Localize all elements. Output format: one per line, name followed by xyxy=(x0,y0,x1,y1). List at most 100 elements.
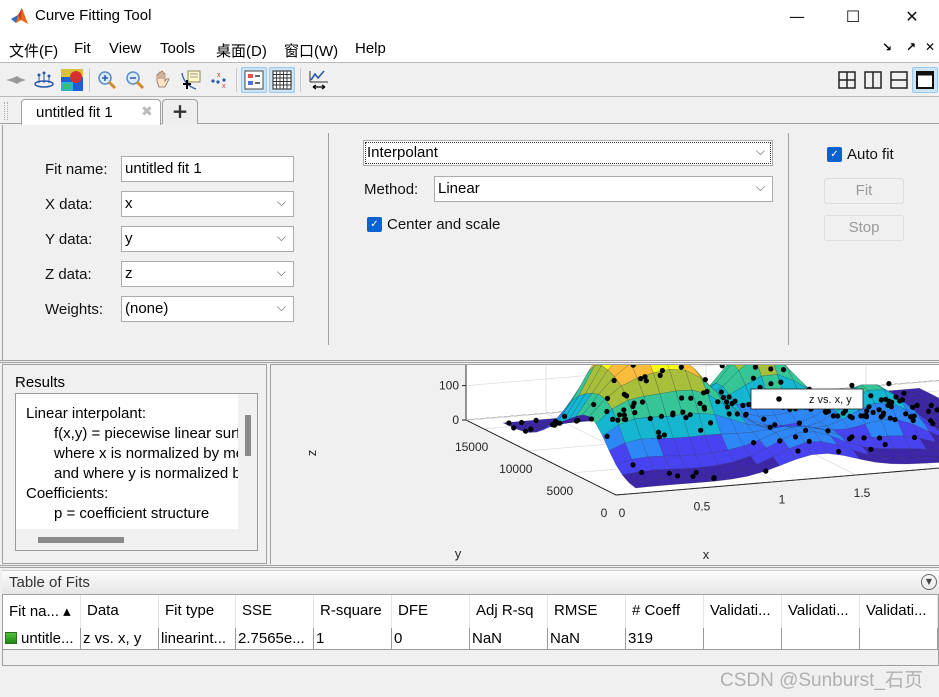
chevron-down-icon: ⌵ xyxy=(276,265,286,279)
column-header[interactable]: SSE xyxy=(236,595,314,628)
column-header[interactable]: R-square xyxy=(314,595,392,628)
auto-fit-checkbox[interactable]: ✓ xyxy=(827,147,842,162)
data-point xyxy=(840,410,846,416)
center-scale-checkbox[interactable]: ✓ xyxy=(367,217,382,232)
data-point xyxy=(822,409,829,415)
fit-type-select[interactable]: Interpolant ⌵ xyxy=(363,140,773,166)
drag-grip[interactable] xyxy=(4,102,8,120)
table-cell[interactable]: NaN xyxy=(548,628,626,650)
fit-button[interactable]: Fit xyxy=(824,178,904,204)
data-point xyxy=(740,402,746,409)
menu-fit[interactable]: Fit xyxy=(74,40,91,57)
table-cell[interactable]: NaN xyxy=(470,628,548,650)
panel-menu-icon[interactable]: ▼ xyxy=(921,574,937,590)
table-cell[interactable]: linearint... xyxy=(159,628,236,650)
y-tick-label: 10000 xyxy=(499,462,533,476)
method-select[interactable]: Linear ⌵ xyxy=(434,176,773,202)
window-title: Curve Fitting Tool xyxy=(35,7,152,24)
data-point xyxy=(591,401,597,408)
table-of-fits-title: Table of Fits xyxy=(9,574,90,591)
toolbar-separator xyxy=(300,68,301,92)
zoom-out-icon xyxy=(126,71,145,90)
data-point xyxy=(666,470,672,476)
splitter[interactable] xyxy=(0,565,939,568)
table-row-fit-name[interactable]: untitle... xyxy=(3,628,81,650)
menu-view[interactable]: View xyxy=(109,40,141,57)
chevron-down-icon: ⌵ xyxy=(276,300,286,314)
column-header[interactable]: RMSE xyxy=(548,595,626,628)
zoom-in-button[interactable] xyxy=(94,67,120,93)
results-line: Coefficients: xyxy=(26,485,109,502)
horizontal-scrollbar[interactable] xyxy=(38,537,124,543)
column-header[interactable]: Validati... xyxy=(704,595,782,628)
column-header[interactable]: # Coeff xyxy=(626,595,704,628)
data-point xyxy=(849,415,855,421)
z-data-select[interactable]: z ⌵ xyxy=(121,261,294,287)
column-header[interactable]: Adj R-sq xyxy=(470,595,548,628)
minimize-icon: — xyxy=(789,6,805,26)
menu-help[interactable]: Help xyxy=(355,40,386,57)
menu-tools[interactable]: Tools xyxy=(160,40,195,57)
data-point xyxy=(886,381,892,387)
stop-button[interactable]: Stop xyxy=(824,215,904,241)
data-point xyxy=(792,434,799,440)
column-header[interactable]: Validati... xyxy=(860,595,938,628)
maximize-button[interactable]: ☐ xyxy=(830,0,876,32)
vertical-scrollbar[interactable] xyxy=(245,415,251,456)
residuals-plot-button[interactable] xyxy=(31,67,57,93)
add-tab-button[interactable]: + xyxy=(162,99,198,124)
table-cell[interactable]: 1 xyxy=(314,628,392,650)
exclude-outliers-button[interactable] xyxy=(3,67,29,93)
table-cell[interactable] xyxy=(704,628,782,650)
table-cell[interactable] xyxy=(860,628,938,650)
column-header[interactable]: Data xyxy=(81,595,159,628)
menu-window[interactable]: 窗口(W) xyxy=(284,40,338,61)
close-button[interactable]: ✕ xyxy=(889,0,935,32)
menu-file[interactable]: 文件(F) xyxy=(9,40,58,61)
data-cursor-button[interactable] xyxy=(178,67,204,93)
legend-toggle-button[interactable] xyxy=(241,67,267,93)
layout-two-columns-button[interactable] xyxy=(860,67,886,93)
grid-toggle-button[interactable] xyxy=(269,67,295,93)
data-point xyxy=(849,434,855,440)
toolbar-separator xyxy=(89,68,90,92)
tab-untitled-fit-1[interactable]: untitled fit 1 ✖ xyxy=(21,99,161,125)
splitter[interactable] xyxy=(0,360,939,363)
tab-close-icon[interactable]: ✖ xyxy=(141,104,153,120)
column-header[interactable]: Fit type xyxy=(159,595,236,628)
contour-plot-button[interactable] xyxy=(59,67,85,93)
menu-desktop[interactable]: 桌面(D) xyxy=(216,40,267,61)
pan-button[interactable] xyxy=(150,67,176,93)
close-panel-icon[interactable]: ✕ xyxy=(925,40,935,54)
data-point xyxy=(726,394,732,400)
undock-icon[interactable]: ↘ xyxy=(882,40,892,54)
maximize-panel-icon[interactable]: ↗ xyxy=(906,40,916,54)
exclude-data-button[interactable]: xx xyxy=(206,67,232,93)
table-cell[interactable]: 0 xyxy=(392,628,470,650)
cell-text: z vs. x, y xyxy=(83,630,142,647)
layout-four-panes-button[interactable] xyxy=(834,67,860,93)
table-cell[interactable]: 2.7565e... xyxy=(236,628,314,650)
table-cell[interactable]: 319 xyxy=(626,628,704,650)
data-point xyxy=(795,448,801,454)
x-data-select[interactable]: x ⌵ xyxy=(121,191,294,217)
y-data-select[interactable]: y ⌵ xyxy=(121,226,294,252)
axes-limits-button[interactable] xyxy=(306,67,332,93)
column-header[interactable]: Validati... xyxy=(782,595,860,628)
data-point xyxy=(718,389,724,395)
surface-plot[interactable]: 010020030005000100001500000.511.522.53×1… xyxy=(271,270,939,563)
layout-two-rows-button[interactable] xyxy=(886,67,912,93)
column-header[interactable]: DFE xyxy=(392,595,470,628)
minimize-button[interactable]: — xyxy=(774,0,820,32)
table-cell[interactable] xyxy=(782,628,860,650)
table-cell[interactable]: z vs. x, y xyxy=(81,628,159,650)
layout-single-pane-button[interactable] xyxy=(912,67,938,93)
fit-name-input[interactable]: untitled fit 1 xyxy=(121,156,294,182)
zoom-out-button[interactable] xyxy=(122,67,148,93)
column-header[interactable]: Fit na... ▴ xyxy=(3,595,81,628)
data-point xyxy=(720,394,726,401)
data-point xyxy=(928,402,934,408)
weights-select[interactable]: (none) ⌵ xyxy=(121,296,294,322)
cell-text: 2.7565e... xyxy=(238,630,305,647)
data-point xyxy=(876,407,882,413)
